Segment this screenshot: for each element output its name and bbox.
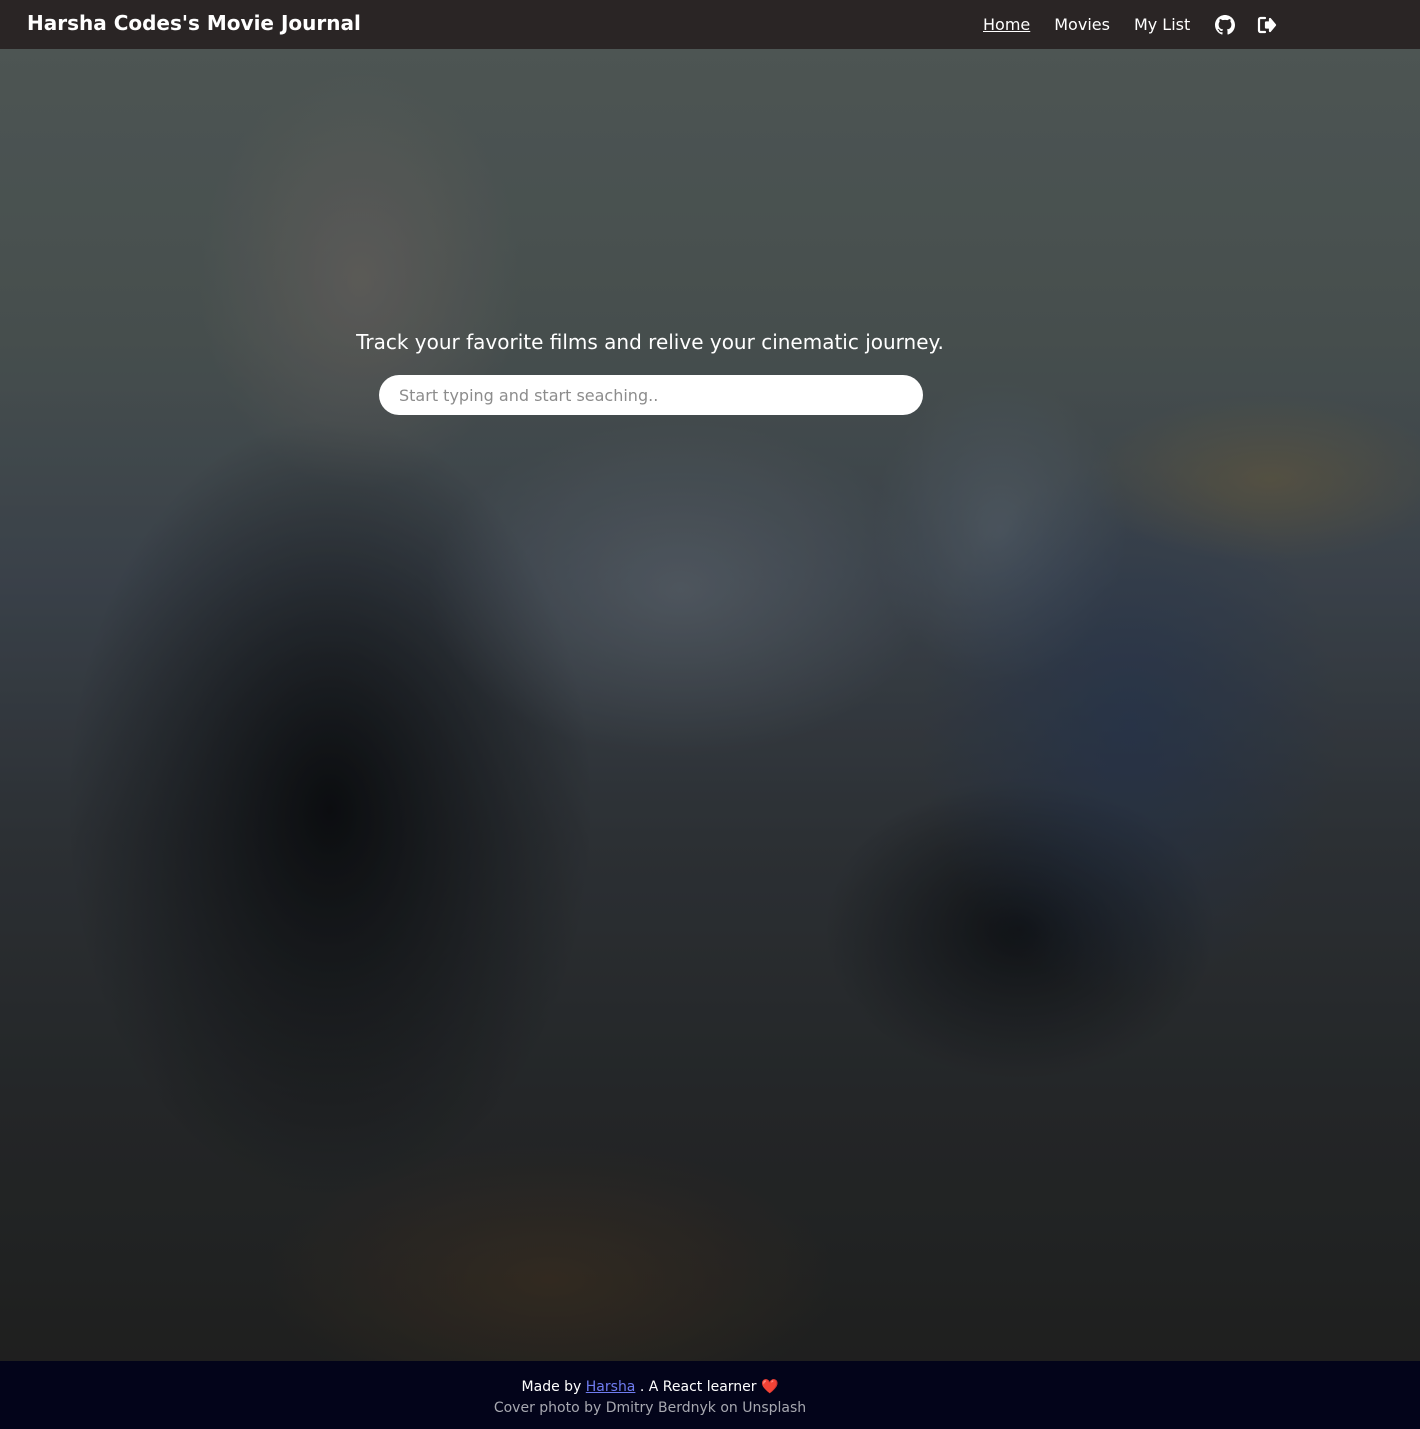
footer-made-by: Made by Harsha . A React learner ❤️ bbox=[0, 1379, 1300, 1395]
footer-made-by-prefix: Made by bbox=[521, 1379, 582, 1395]
heart-icon: ❤️ bbox=[761, 1379, 779, 1395]
top-navbar: Harsha Codes's Movie Journal Home Movies… bbox=[0, 0, 1420, 49]
nav-link-movies[interactable]: Movies bbox=[1054, 15, 1110, 34]
hero-background-photo bbox=[0, 49, 1420, 1361]
logout-icon[interactable] bbox=[1256, 14, 1278, 36]
nav-links: Home Movies My List bbox=[983, 0, 1298, 49]
footer-photo-credit: Cover photo by Dmitry Berdnyk on Unsplas… bbox=[493, 1400, 807, 1416]
page-footer: Made by Harsha . A React learner ❤️ Cove… bbox=[0, 1361, 1420, 1429]
search-input[interactable] bbox=[379, 375, 923, 415]
hero-section: Track your favorite films and relive you… bbox=[0, 49, 1420, 1361]
nav-link-home[interactable]: Home bbox=[983, 15, 1030, 34]
nav-link-my-list[interactable]: My List bbox=[1134, 15, 1190, 34]
hero-tagline: Track your favorite films and relive you… bbox=[356, 330, 944, 354]
github-icon[interactable] bbox=[1214, 14, 1236, 36]
site-brand[interactable]: Harsha Codes's Movie Journal bbox=[27, 11, 361, 35]
footer-author-link[interactable]: Harsha bbox=[586, 1379, 636, 1395]
footer-made-by-suffix: . A React learner bbox=[639, 1379, 757, 1395]
